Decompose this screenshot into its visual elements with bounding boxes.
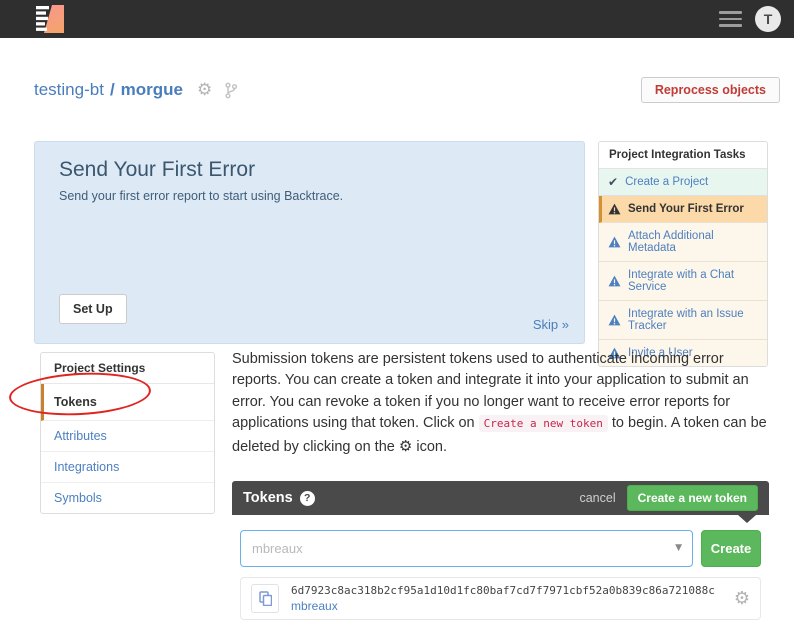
project-settings-panel: Project Settings Tokens Attributes Integ… [40, 352, 215, 514]
token-owner-link[interactable]: mbreaux [291, 599, 715, 613]
onboarding-subtitle: Send your first error report to start us… [59, 189, 343, 203]
tokens-panel: Tokens ? cancel Create a new token ▼ Cre… [232, 481, 769, 620]
create-new-token-button[interactable]: Create a new token [627, 485, 758, 511]
warning-icon [608, 314, 621, 326]
hamburger-menu-icon[interactable] [719, 11, 742, 26]
task-label: Attach Additional Metadata [628, 230, 758, 254]
breadcrumb-org-link[interactable]: testing-bt [34, 80, 104, 100]
warning-icon [608, 203, 621, 215]
cancel-link[interactable]: cancel [579, 491, 615, 505]
copy-token-button[interactable] [251, 584, 279, 613]
breadcrumb-row: testing-bt / morgue ⚙ Reprocess objects [34, 76, 780, 104]
onboarding-title: Send Your First Error [59, 158, 255, 182]
reprocess-objects-button[interactable]: Reprocess objects [641, 77, 780, 103]
tokens-description: Submission tokens are persistent tokens … [232, 349, 772, 458]
settings-item-tokens[interactable]: Tokens [41, 384, 214, 421]
breadcrumb-separator: / [110, 80, 115, 100]
project-settings-header: Project Settings [41, 353, 214, 384]
integration-tasks-header: Project Integration Tasks [599, 142, 767, 169]
token-owner-select: ▼ [240, 530, 693, 567]
tokens-panel-title: Tokens [243, 490, 293, 506]
create-button[interactable]: Create [701, 530, 761, 567]
page: T testing-bt / morgue ⚙ Reprocess object… [0, 0, 794, 628]
breadcrumb: testing-bt / morgue ⚙ [34, 80, 238, 100]
create-token-inline-code: Create a new token [479, 415, 608, 432]
gear-icon: ⚙ [399, 437, 412, 455]
breadcrumb-project-link[interactable]: morgue [121, 80, 183, 100]
integration-tasks-panel: Project Integration Tasks ✔ Create a Pro… [598, 141, 768, 367]
task-label: Integrate with an Issue Tracker [628, 308, 758, 332]
token-input-row: ▼ Create [232, 530, 769, 567]
token-info: 6d7923c8ac318b2cf95a1d10d1fc80baf7cd7f79… [291, 584, 715, 613]
task-send-your-first-error[interactable]: Send Your First Error [599, 196, 767, 223]
copy-icon [259, 591, 272, 606]
task-integrate-chat-service[interactable]: Integrate with a Chat Service [599, 262, 767, 301]
task-label: Send Your First Error [628, 203, 744, 215]
skip-link[interactable]: Skip » [533, 317, 569, 332]
warning-icon [608, 275, 621, 287]
task-label: Create a Project [625, 176, 708, 188]
task-integrate-issue-tracker[interactable]: Integrate with an Issue Tracker [599, 301, 767, 340]
setup-button[interactable]: Set Up [59, 294, 127, 324]
project-settings-gear-icon[interactable]: ⚙ [197, 82, 212, 99]
check-icon: ✔ [608, 176, 618, 188]
backtrace-logo-icon[interactable] [33, 4, 69, 34]
settings-item-attributes[interactable]: Attributes [41, 421, 214, 452]
settings-item-symbols[interactable]: Symbols [41, 483, 214, 513]
token-settings-gear-icon[interactable]: ⚙ [734, 590, 750, 608]
token-value: 6d7923c8ac318b2cf95a1d10d1fc80baf7cd7f79… [291, 584, 715, 597]
user-avatar[interactable]: T [755, 6, 781, 32]
onboarding-panel: Send Your First Error Send your first er… [34, 141, 585, 344]
tokens-panel-header: Tokens ? cancel Create a new token [232, 481, 769, 515]
task-create-a-project[interactable]: ✔ Create a Project [599, 169, 767, 196]
settings-item-integrations[interactable]: Integrations [41, 452, 214, 483]
task-label: Integrate with a Chat Service [628, 269, 758, 293]
dropdown-caret-icon[interactable]: ▼ [675, 543, 682, 553]
navbar-right: T [719, 0, 781, 38]
fork-icon[interactable] [224, 82, 238, 99]
token-owner-input[interactable] [240, 530, 693, 567]
warning-icon [608, 236, 621, 248]
top-navbar: T [0, 0, 794, 38]
header-caret-down [738, 515, 756, 523]
token-row: 6d7923c8ac318b2cf95a1d10d1fc80baf7cd7f79… [240, 577, 761, 620]
task-attach-additional-metadata[interactable]: Attach Additional Metadata [599, 223, 767, 262]
help-icon[interactable]: ? [300, 491, 315, 506]
description-text: icon. [412, 439, 447, 455]
